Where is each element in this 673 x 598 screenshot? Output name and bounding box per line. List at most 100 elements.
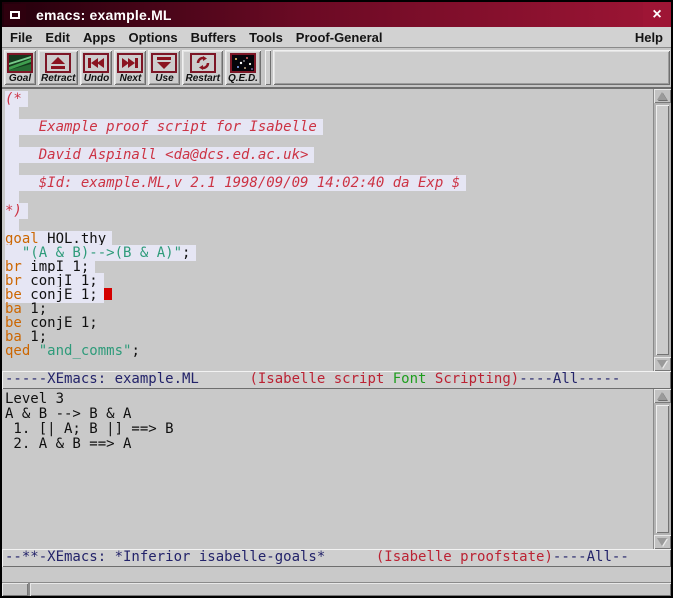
title-bar: emacs: example.ML × <box>2 2 671 27</box>
goals-buffer-text[interactable]: Level 3A & B --> B & A 1. [| A; B |] ==>… <box>2 389 653 549</box>
code-line <box>5 218 653 232</box>
menu-bar: File Edit Apps Options Buffers Tools Proof-Gen… <box>2 27 671 48</box>
use-button[interactable]: Use <box>148 50 180 85</box>
goals-scrollbar-thumb[interactable] <box>656 405 669 533</box>
menu-item-file[interactable]: File <box>10 30 32 45</box>
modeline-segment: --**-XEmacs: *Inferior isabelle-goals* <box>5 549 325 565</box>
window-menu-button[interactable] <box>4 4 26 25</box>
goals-line: 2. A & B ==> A <box>5 437 653 452</box>
code-line: (* <box>5 92 653 106</box>
scroll-up-arrow-icon[interactable] <box>654 89 671 103</box>
script-scrollbar-trough[interactable] <box>654 103 671 357</box>
script-scrollbar <box>653 89 671 371</box>
goals-line: A & B --> B & A <box>5 407 653 422</box>
restart-arrows-icon <box>190 53 216 73</box>
scroll-down-arrow-icon[interactable] <box>654 535 671 549</box>
toolbar-button-label: Next <box>120 73 142 85</box>
menu-item-apps[interactable]: Apps <box>83 30 116 45</box>
modeline-segment: Font <box>393 371 427 387</box>
restart-button[interactable]: Restart <box>182 50 222 85</box>
rewind-icon <box>83 53 109 73</box>
goal-picture-icon <box>7 53 33 73</box>
goals-scrollbar-trough[interactable] <box>654 403 671 535</box>
code-line: be conjE 1; <box>5 288 653 302</box>
scroll-down-arrow-icon[interactable] <box>654 357 671 371</box>
toolbar-button-label: Restart <box>185 73 219 85</box>
code-line: $Id: example.ML,v 2.1 1998/09/09 14:02:4… <box>5 176 653 190</box>
plain-text: ; <box>182 245 190 261</box>
tool-bar: Goal Retract Undo Next Use Restart Q.E.D. <box>2 48 671 89</box>
comment-text: $Id: example.ML,v 2.1 1998/09/09 14:02:4… <box>5 175 460 191</box>
horizontal-scrollbar-thumb[interactable] <box>30 583 671 596</box>
plain-text: ; <box>131 343 139 359</box>
text-cursor <box>104 288 112 300</box>
keyword-text: qed <box>5 343 30 359</box>
toolbar-separator <box>265 50 271 85</box>
modeline-segment: -----XEmacs: example.ML <box>5 371 199 387</box>
plain-text <box>30 343 38 359</box>
modeline-goals[interactable]: --**-XEmacs: *Inferior isabelle-goals* (… <box>2 549 671 567</box>
menu-item-buffers[interactable]: Buffers <box>191 30 237 45</box>
eject-down-icon <box>151 53 177 73</box>
toolbar-filler <box>273 50 670 85</box>
code-line: David Aspinall <da@dcs.ed.ac.uk> <box>5 148 653 162</box>
locked-region-span: David Aspinall <da@dcs.ed.ac.uk> <box>5 147 314 163</box>
code-line <box>5 190 653 204</box>
modeline-script[interactable]: -----XEmacs: example.ML (Isabelle script… <box>2 371 671 389</box>
code-line: ba 1; <box>5 302 653 316</box>
code-line: *) <box>5 204 653 218</box>
modeline-segment: (Isabelle script <box>249 371 392 387</box>
script-buffer-window: (* Example proof script for Isabelle Dav… <box>2 89 671 371</box>
goals-line: 1. [| A; B |] ==> B <box>5 422 653 437</box>
locked-region-span: Example proof script for Isabelle <box>5 119 323 135</box>
code-line <box>5 106 653 120</box>
modeline-segment <box>199 371 250 387</box>
toolbar-button-label: Q.E.D. <box>228 73 258 85</box>
goals-buffer-window: Level 3A & B --> B & A 1. [| A; B |] ==>… <box>2 389 671 549</box>
code-line <box>5 162 653 176</box>
scroll-up-arrow-icon[interactable] <box>654 389 671 403</box>
xemacs-window: emacs: example.ML × File Edit Apps Options B… <box>0 0 673 598</box>
toolbar-button-label: Goal <box>9 73 31 85</box>
string-text: "and_comms" <box>39 343 132 359</box>
code-line: qed "and_comms"; <box>5 344 653 358</box>
window-title: emacs: example.ML <box>28 2 643 27</box>
retract-button[interactable]: Retract <box>38 50 78 85</box>
goals-line: Level 3 <box>5 392 653 407</box>
menu-item-options[interactable]: Options <box>128 30 177 45</box>
qed-stars-icon <box>230 53 256 73</box>
menu-item-tools[interactable]: Tools <box>249 30 283 45</box>
goals-scrollbar <box>653 389 671 549</box>
modeline-segment: ----All-- <box>553 549 629 565</box>
goal-button[interactable]: Goal <box>4 50 36 85</box>
menu-item-proof-general[interactable]: Proof-General <box>296 30 383 45</box>
locked-region-span: $Id: example.ML,v 2.1 1998/09/09 14:02:4… <box>5 175 466 191</box>
scrollbar-corner-gadget[interactable] <box>2 583 28 596</box>
undo-button[interactable]: Undo <box>80 50 112 85</box>
fast-forward-icon <box>117 53 143 73</box>
horizontal-scrollbar <box>2 582 671 596</box>
modeline-segment: ----All----- <box>519 371 620 387</box>
toolbar-button-label: Retract <box>41 73 75 85</box>
script-buffer-text[interactable]: (* Example proof script for Isabelle Dav… <box>2 89 653 371</box>
modeline-segment <box>325 549 376 565</box>
menu-item-help[interactable]: Help <box>635 30 663 45</box>
code-line: goal HOL.thy <box>5 232 653 246</box>
script-scrollbar-thumb[interactable] <box>656 105 669 355</box>
modeline-segment: Scripting) <box>426 371 519 387</box>
qed-button[interactable]: Q.E.D. <box>225 50 261 85</box>
next-button[interactable]: Next <box>114 50 146 85</box>
modeline-segment: (Isabelle proofstate) <box>376 549 553 565</box>
window-menu-icon <box>10 11 20 19</box>
code-line: be conjE 1; <box>5 316 653 330</box>
toolbar-button-label: Undo <box>84 73 110 85</box>
comment-text: David Aspinall <da@dcs.ed.ac.uk> <box>5 147 308 163</box>
code-line <box>5 134 653 148</box>
code-line: br conjI 1; <box>5 274 653 288</box>
toolbar-button-label: Use <box>155 73 173 85</box>
menu-item-edit[interactable]: Edit <box>45 30 70 45</box>
close-button[interactable]: × <box>643 2 671 27</box>
code-line: ba 1; <box>5 330 653 344</box>
minibuffer[interactable] <box>2 567 671 582</box>
eject-up-icon <box>45 53 71 73</box>
